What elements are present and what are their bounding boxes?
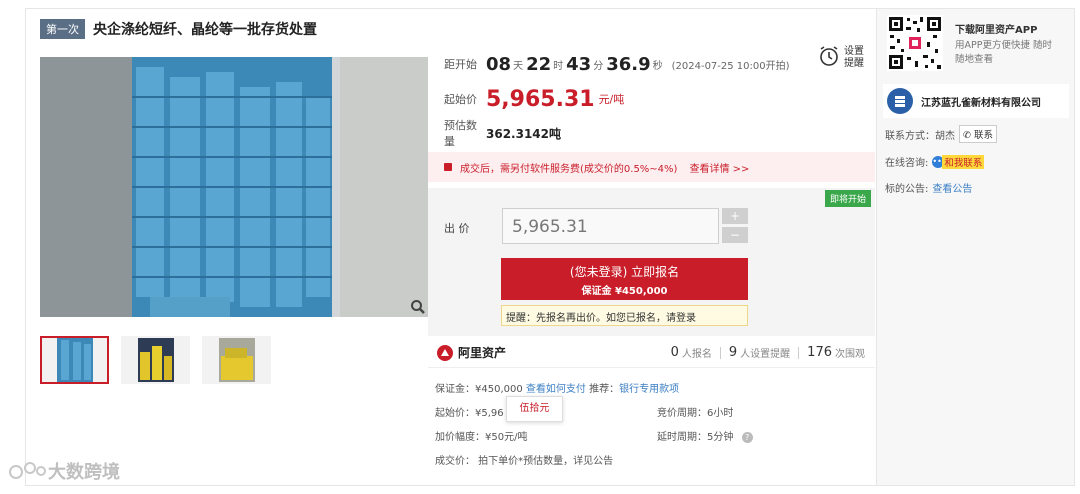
consult-label: 在线咨询: bbox=[885, 158, 929, 169]
countdown-seconds: 36.9 bbox=[606, 53, 651, 75]
increment-info: 加价幅度：¥50元/吨 bbox=[435, 432, 528, 443]
set-reminder-button[interactable]: 设置提醒 bbox=[818, 45, 868, 70]
watermark: 大数跨境 bbox=[8, 458, 120, 484]
login-tip: 提醒：先报名再出价。如您已报名，请登录 bbox=[501, 305, 748, 326]
start-price-unit: 元/吨 bbox=[598, 93, 625, 106]
company-card[interactable]: 江苏蓝孔雀新材料有限公司 bbox=[883, 84, 1069, 118]
contact-label: 联系方式：胡杰 bbox=[885, 130, 955, 142]
watermark-text: 大数跨境 bbox=[48, 462, 120, 483]
bid-panel: 即将开始 出 价 5,965.31 + − (您未登录) 立即报名 保证金 ¥4… bbox=[428, 188, 875, 336]
how-to-pay-link[interactable]: 查看如何支付 bbox=[526, 384, 586, 395]
quantity: 预估数量 362.3142吨 bbox=[428, 119, 562, 148]
gift-icon bbox=[444, 163, 452, 171]
signup-button[interactable]: (您未登录) 立即报名 保证金 ¥450,000 bbox=[501, 258, 748, 300]
notice-text: 成交后，需另付软件服务费(成交价的0.5%~4%) bbox=[460, 163, 678, 175]
app-download-title[interactable]: 下载阿里资产APP bbox=[955, 21, 1037, 36]
thumbnail-3[interactable] bbox=[202, 336, 271, 384]
countdown-label: 距开始 bbox=[444, 58, 477, 71]
delay-info: 延时周期：5分钟 bbox=[657, 432, 734, 443]
recommend-label: 推荐： bbox=[589, 384, 620, 395]
main-product-image[interactable] bbox=[40, 57, 428, 317]
bid-label: 出 价 bbox=[444, 222, 470, 235]
zoom-icon[interactable] bbox=[410, 299, 426, 315]
right-panel: 下载阿里资产APP 用APP更方便快捷 随时随地查看 江苏蓝孔雀新材料有限公司 … bbox=[876, 9, 1074, 485]
bid-cycle-info: 竞价周期：6小时 bbox=[657, 408, 734, 419]
deal-price-info: 成交价： 拍下单价*预估数量，详见公告 bbox=[435, 456, 614, 467]
countdown: 距开始 08 天 22 时 43 分 36.9 秒 (2024-07-25 10… bbox=[428, 52, 790, 76]
signup-deposit: 保证金 ¥450,000 bbox=[581, 286, 668, 297]
decrease-bid-button[interactable]: − bbox=[722, 227, 748, 243]
deposit-info: 保证金：¥450,000 bbox=[435, 384, 523, 395]
signup-count: 0 bbox=[670, 345, 679, 360]
app-download-subtitle: 用APP更方便快捷 随时随地查看 bbox=[955, 40, 1052, 65]
bid-price-input[interactable]: 5,965.31 bbox=[502, 208, 719, 244]
phone-icon: ✆ bbox=[963, 130, 971, 141]
alarm-clock-icon bbox=[818, 45, 840, 70]
countdown-seconds-unit: 秒 bbox=[652, 60, 663, 72]
quantity-label: 预估数量 bbox=[444, 119, 477, 148]
view-count: 176 bbox=[807, 345, 832, 360]
view-count-label: 次围观 bbox=[835, 349, 865, 360]
bank-account-link[interactable]: 银行专用款项 bbox=[619, 384, 679, 395]
title-bar: 第一次 央企涤纶短纤、晶纶等一批存货处置 bbox=[40, 18, 317, 40]
countdown-days-unit: 天 bbox=[513, 60, 524, 72]
view-details-link[interactable]: 查看详情 >> bbox=[689, 160, 749, 175]
countdown-minutes: 43 bbox=[566, 53, 592, 75]
amount-tooltip: 伍拾元 bbox=[506, 396, 563, 422]
start-price: 起始价 5,965.31 元/吨 bbox=[428, 86, 624, 112]
countdown-days: 08 bbox=[486, 53, 512, 75]
reminder-label: 设置提醒 bbox=[844, 45, 864, 69]
thumbnail-2[interactable] bbox=[121, 336, 190, 384]
round-badge: 第一次 bbox=[40, 19, 85, 39]
start-price-label: 起始价 bbox=[444, 93, 477, 106]
signup-label: (您未登录) 立即报名 bbox=[569, 265, 680, 279]
thumbnail-1[interactable] bbox=[40, 336, 109, 384]
start-price-value: 5,965.31 bbox=[486, 86, 595, 112]
countdown-hours-unit: 时 bbox=[553, 60, 564, 72]
status-badge: 即将开始 bbox=[824, 190, 871, 207]
ali-assets-logo: 阿里资产 bbox=[436, 344, 506, 362]
announce-label: 标的公告: bbox=[885, 184, 929, 195]
company-logo-icon bbox=[887, 88, 913, 114]
start-price-info: 起始价：¥5,96 bbox=[435, 408, 504, 419]
reminder-count-label: 人设置提醒 bbox=[740, 349, 791, 360]
countdown-minutes-unit: 分 bbox=[593, 60, 604, 72]
contact-row: 联系方式：胡杰 ✆ 联系 bbox=[885, 125, 998, 143]
countdown-hours: 22 bbox=[526, 53, 552, 75]
platform-name: 阿里资产 bbox=[458, 346, 507, 360]
watermark-logo bbox=[9, 462, 46, 479]
contact-button-label: 联系 bbox=[974, 130, 994, 141]
signup-count-label: 人报名 bbox=[681, 349, 712, 360]
view-announcement-link[interactable]: 查看公告 bbox=[932, 180, 972, 195]
page-title: 央企涤纶短纤、晶纶等一批存货处置 bbox=[93, 22, 317, 38]
chat-button-label: 和我联系 bbox=[942, 154, 985, 169]
announce-row: 标的公告: 查看公告 bbox=[885, 180, 972, 195]
stats-bar: 阿里资产 0 人报名 9 人设置提醒 176 次围观 bbox=[428, 338, 875, 368]
chat-button[interactable]: ••• 和我联系 bbox=[932, 154, 985, 169]
consult-row: 在线咨询: ••• 和我联系 bbox=[885, 154, 985, 169]
service-fee-notice: 成交后，需另付软件服务费(成交价的0.5%~4%) 查看详情 >> bbox=[428, 152, 875, 182]
reminder-count: 9 bbox=[728, 345, 738, 360]
help-icon[interactable]: ? bbox=[741, 432, 753, 443]
stat-counters: 0 人报名 9 人设置提醒 176 次围观 bbox=[671, 345, 865, 360]
ali-assets-icon bbox=[437, 344, 453, 361]
increase-bid-button[interactable]: + bbox=[722, 208, 748, 224]
qr-code-icon bbox=[887, 15, 943, 71]
thumbnail-strip bbox=[40, 336, 271, 384]
start-time: (2024-07-25 10:00开拍) bbox=[671, 60, 790, 72]
quantity-value: 362.3142吨 bbox=[486, 126, 562, 141]
contact-button[interactable]: ✆ 联系 bbox=[959, 125, 998, 143]
company-name: 江苏蓝孔雀新材料有限公司 bbox=[921, 97, 1041, 109]
